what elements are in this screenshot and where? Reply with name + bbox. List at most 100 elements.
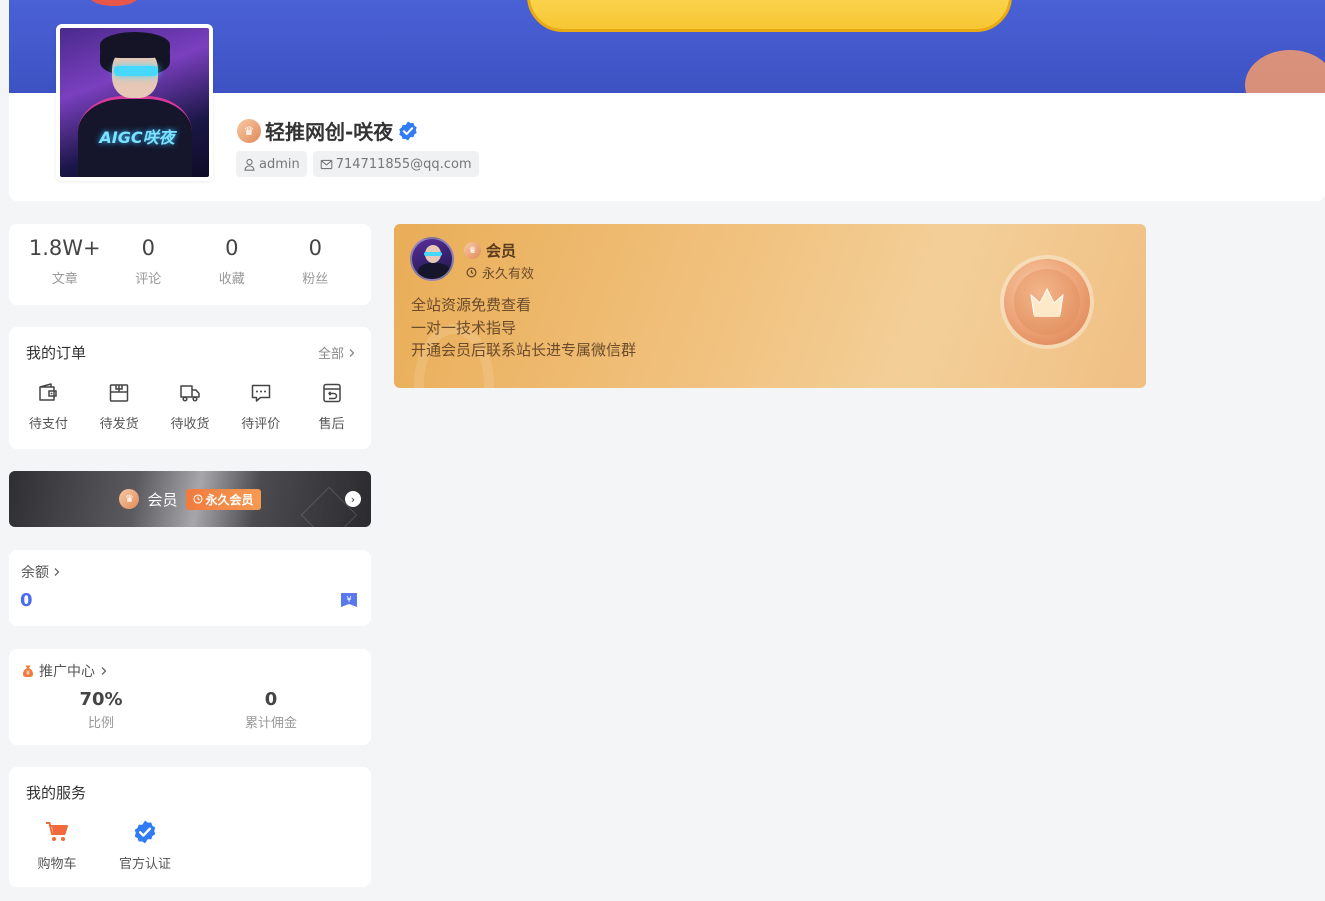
member-level: ♛ 会员 <box>464 240 516 261</box>
cart-icon <box>46 822 68 841</box>
yuan-wallet-icon: ¥ <box>341 593 357 607</box>
service-label: 购物车 <box>37 857 77 872</box>
avatar-neon-text: AIGC咲夜 <box>99 128 175 147</box>
balance-value: 0 <box>20 590 33 611</box>
stat-value: 0 <box>225 236 239 260</box>
avatar <box>410 237 454 281</box>
order-after-sales[interactable]: 售后 <box>300 381 364 432</box>
order-item-label: 待收货 <box>170 417 210 432</box>
avatar[interactable]: AIGC咲夜 <box>56 24 213 181</box>
member-benefits-list: 全站资源免费查看 一对一技术指导 开通会员后联系站长进专属微信群 <box>411 294 636 362</box>
service-verification[interactable]: 官方认证 <box>115 819 175 872</box>
stat-value: 0 <box>308 236 322 260</box>
chevron-right-icon <box>101 667 107 675</box>
vip-crown-icon: ♛ <box>464 242 481 259</box>
crown-medal-icon <box>1004 259 1090 345</box>
order-status-list: 待支付 待发货 待收货 待评价 售后 <box>13 381 367 432</box>
stat-value: 0 <box>141 236 155 260</box>
package-icon <box>109 384 129 402</box>
orders-title: 我的订单 <box>26 344 87 362</box>
member-benefits-card: ♛ 会员 永久有效 全站资源免费查看 一对一技术指导 开通会员后联系站长进专属微… <box>394 224 1146 388</box>
orders-card: 我的订单 全部 待支付 待发货 待收货 待评价 售后 <box>9 327 371 449</box>
vip-tag-text: 永久会员 <box>205 492 254 507</box>
service-label: 官方认证 <box>118 857 171 872</box>
email-text: 714711855@qq.com <box>335 156 472 172</box>
avatar-figure <box>114 66 158 76</box>
stat-label: 粉丝 <box>302 272 329 287</box>
vip-crown-icon: ♛ <box>119 489 140 509</box>
username-text: admin <box>259 156 300 172</box>
verified-icon <box>399 120 418 141</box>
stat-articles[interactable]: 1.8W+ 文章 <box>27 224 103 305</box>
vip-label: 会员 <box>147 490 178 509</box>
benefit-item: 一对一技术指导 <box>411 318 517 337</box>
promotion-commission: 0 累计佣金 <box>235 689 307 731</box>
balance-card[interactable]: 余额 0 ¥ <box>9 550 371 626</box>
banner-decoration <box>89 0 139 6</box>
username-chip: admin <box>236 151 307 177</box>
comment-icon <box>251 384 271 402</box>
order-pending-shipment[interactable]: 待发货 <box>87 381 151 432</box>
order-item-label: 待支付 <box>28 417 68 432</box>
promotion-title[interactable]: ¥ 推广中心 <box>21 661 109 681</box>
stat-favorites[interactable]: 0 收藏 <box>194 224 270 305</box>
order-item-label: 待评价 <box>241 417 281 432</box>
avatar-figure <box>418 263 450 279</box>
chevron-right-icon <box>54 568 60 576</box>
stat-label: 评论 <box>135 272 162 287</box>
avatar-figure <box>100 32 170 58</box>
money-bag-icon: ¥ <box>23 665 33 677</box>
services-card: 我的服务 购物车 官方认证 <box>9 767 371 887</box>
balance-label: 余额 <box>21 565 49 581</box>
commission-label: 累计佣金 <box>244 716 297 731</box>
services-title: 我的服务 <box>26 784 87 802</box>
stat-followers[interactable]: 0 粉丝 <box>277 224 353 305</box>
member-validity: 永久有效 <box>466 263 534 282</box>
benefit-item: 全站资源免费查看 <box>411 296 532 314</box>
order-pending-receipt[interactable]: 待收货 <box>158 381 222 432</box>
orders-all-label: 全部 <box>317 347 344 362</box>
order-item-label: 售后 <box>318 417 345 432</box>
user-name: 轻推网创-咲夜 <box>265 120 394 144</box>
truck-icon <box>180 385 200 402</box>
ratio-label: 比例 <box>87 716 114 731</box>
clock-icon <box>192 494 203 504</box>
vip-membership-bar[interactable]: ♛ 会员 永久会员 › <box>9 471 371 527</box>
promotion-card: ¥ 推广中心 70% 比例 0 累计佣金 <box>9 649 371 745</box>
promotion-label: 推广中心 <box>39 664 95 680</box>
promotion-ratio: 70% 比例 <box>71 689 131 731</box>
mail-icon <box>320 159 333 169</box>
stat-comments[interactable]: 0 评论 <box>110 224 186 305</box>
orders-all-link[interactable]: 全部 <box>318 343 357 362</box>
member-validity-text: 永久有效 <box>482 267 535 282</box>
commission-value: 0 <box>264 689 278 710</box>
service-cart[interactable]: 购物车 <box>27 819 87 872</box>
stats-card: 1.8W+ 文章 0 评论 0 收藏 0 粉丝 <box>9 224 371 305</box>
crown-icon <box>1030 287 1064 317</box>
user-name-row: ♛ 轻推网创-咲夜 <box>237 116 419 145</box>
svg-text:¥: ¥ <box>346 595 351 604</box>
email-chip: 714711855@qq.com <box>312 151 479 177</box>
banner-decoration <box>527 0 1012 32</box>
services-list: 购物车 官方认证 <box>27 819 175 872</box>
banner-decoration <box>1245 50 1325 93</box>
stat-label: 收藏 <box>218 272 245 287</box>
medal-inner <box>1014 269 1080 335</box>
return-icon <box>322 383 341 403</box>
wallet-icon <box>39 383 58 401</box>
chevron-right-icon <box>349 348 355 357</box>
user-meta: admin 714711855@qq.com <box>236 151 479 177</box>
chevron-right-icon[interactable]: › <box>345 491 361 507</box>
stat-value: 1.8W+ <box>28 236 101 260</box>
order-item-label: 待发货 <box>99 417 139 432</box>
order-pending-review[interactable]: 待评价 <box>229 381 293 432</box>
avatar-figure <box>424 252 442 256</box>
ratio-value: 70% <box>79 689 123 710</box>
verified-icon <box>134 820 156 844</box>
balance-title: 余额 <box>21 562 62 582</box>
order-pending-payment[interactable]: 待支付 <box>16 381 80 432</box>
clock-icon <box>466 267 477 278</box>
svg-text:¥: ¥ <box>26 670 30 677</box>
member-level-label: 会员 <box>486 242 517 260</box>
stat-label: 文章 <box>51 272 78 287</box>
